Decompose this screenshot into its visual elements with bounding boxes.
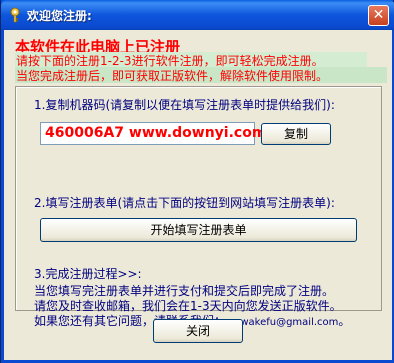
fill-registration-form-button[interactable]: 开始填写注册表单 xyxy=(40,218,357,242)
title-bar[interactable]: 欢迎您注册: ✕ xyxy=(1,0,394,30)
copy-button[interactable]: 复制 xyxy=(261,123,331,145)
window-title: 欢迎您注册: xyxy=(27,9,92,23)
close-button[interactable]: 关闭 xyxy=(153,319,243,343)
instruction-line-1: 请按下面的注册1-2-3进行软件注册，即可轻松完成注册。 xyxy=(15,52,367,68)
key-icon xyxy=(8,7,22,23)
footer: 关闭 xyxy=(15,315,382,355)
step3-label: 3.完成注册过程>>: xyxy=(34,267,142,281)
step1-label: 1.复制机器码(请复制以便在填写注册表单时提供给我们): xyxy=(34,98,335,112)
dialog-body: 本软件在此电脑上已注册 请按下面的注册1-2-3进行软件注册，即可轻松完成注册。… xyxy=(4,30,392,360)
steps-panel: 1.复制机器码(请复制以便在填写注册表单时提供给我们): 460006A7 ww… xyxy=(15,86,382,328)
window-close-button[interactable]: ✕ xyxy=(368,5,389,26)
registration-dialog: 欢迎您注册: ✕ 本软件在此电脑上已注册 请按下面的注册1-2-3进行软件注册，… xyxy=(0,0,394,363)
instruction-line-2: 当您完成注册后，即可获取正版软件，解除软件使用限制。 xyxy=(15,67,387,83)
machine-code-field[interactable]: 460006A7 www.downyi.com xyxy=(40,122,266,145)
step2-label: 2.填写注册表单(请点击下面的按钮到网站填写注册表单): xyxy=(34,196,335,210)
close-icon: ✕ xyxy=(372,7,385,23)
